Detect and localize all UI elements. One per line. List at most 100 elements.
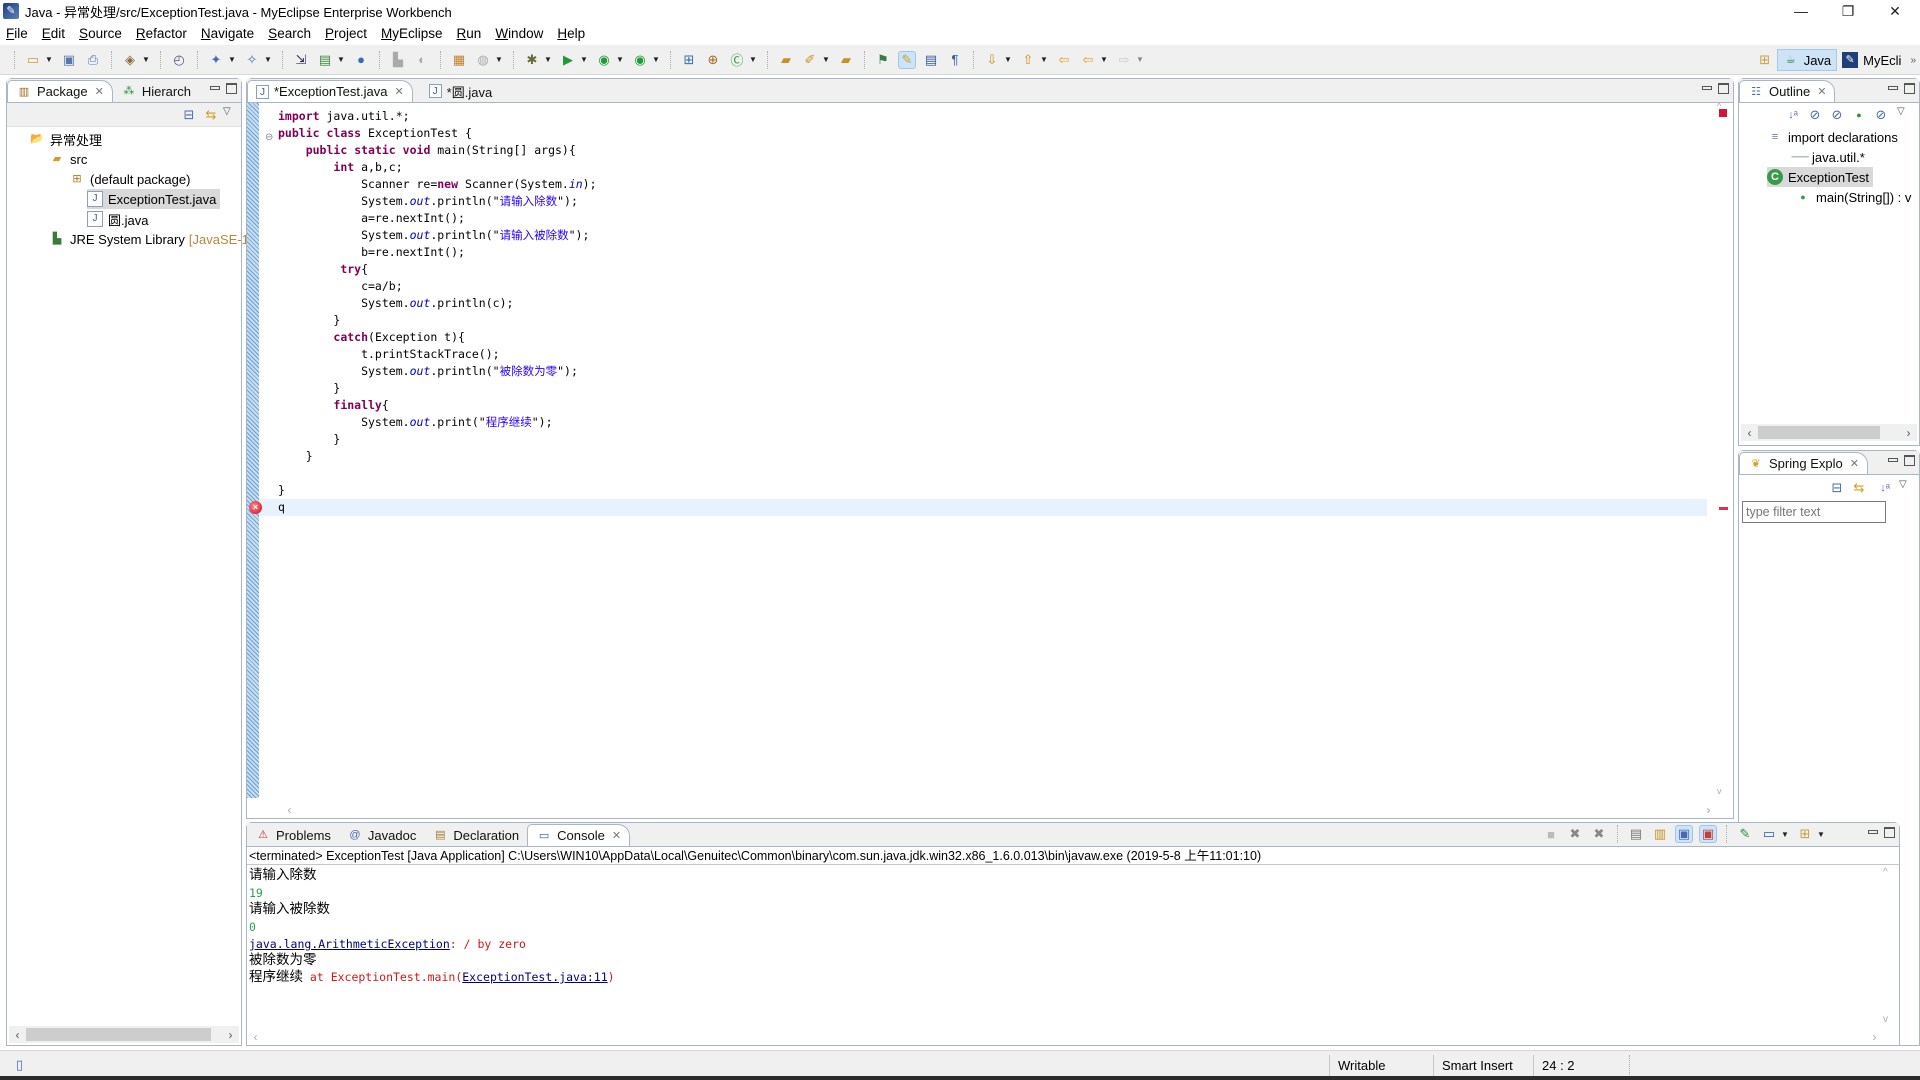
tab-spring-explorer[interactable]: ❦ Spring Explo ✕ — [1739, 452, 1868, 474]
browser-icon[interactable]: ● — [352, 51, 370, 69]
menu-help[interactable]: Help — [557, 26, 585, 41]
menu-refactor[interactable]: Refactor — [136, 26, 187, 41]
prev-annotation-icon[interactable]: ⇧ — [1019, 51, 1037, 69]
scroll-thumb[interactable] — [26, 1028, 211, 1041]
view-menu-icon[interactable]: ▽ — [1897, 106, 1905, 117]
open-perspective-icon[interactable]: ⊞ — [1756, 51, 1774, 69]
scroll-down-icon[interactable]: v — [1883, 1014, 1888, 1025]
new-class-icon[interactable]: Ⓒ — [728, 51, 746, 69]
scroll-left-icon[interactable]: ‹ — [9, 1028, 26, 1042]
highlight-icon[interactable]: ✎ — [898, 50, 916, 69]
vertical-ruler[interactable] — [247, 103, 259, 798]
code-line[interactable]: } — [278, 380, 340, 397]
scroll-up-icon[interactable]: ^ — [1717, 101, 1721, 111]
remove-launch-icon[interactable]: ✖ — [1566, 825, 1584, 843]
minimize-icon[interactable] — [1888, 458, 1898, 462]
menu-file[interactable]: File — [6, 26, 28, 41]
close-icon[interactable]: ✕ — [1850, 457, 1859, 470]
db-icon[interactable]: ▦ — [450, 51, 468, 69]
maximize-icon[interactable] — [1904, 455, 1915, 466]
code-line[interactable]: q — [278, 499, 285, 516]
save-icon[interactable]: ▣ — [60, 51, 78, 69]
scroll-right-icon[interactable]: › — [1700, 803, 1717, 817]
horizontal-scrollbar[interactable]: ‹ › — [9, 1026, 239, 1043]
code-line[interactable]: } — [278, 312, 340, 329]
tab-exceptiontest[interactable]: J *ExceptionTest.java ✕ — [247, 80, 413, 102]
menu-search[interactable]: Search — [268, 26, 311, 41]
pen-dropdown-icon[interactable]: ▼ — [822, 55, 830, 64]
maximize-icon[interactable] — [1904, 83, 1915, 94]
filter-input[interactable] — [1742, 501, 1886, 523]
hide-static-icon[interactable]: ⊘ — [1828, 106, 1846, 124]
code-line[interactable]: finally{ — [278, 397, 388, 414]
open-resource-icon[interactable]: ▰ — [837, 51, 855, 69]
code-editor[interactable]: ⊖ × ^ v ‹ › import java.util.*; public cl… — [247, 101, 1733, 818]
code-line[interactable]: System.out.println(c); — [278, 295, 513, 312]
outline-item-imports[interactable]: ≡ import declarations — [1767, 127, 1898, 147]
maximize-icon[interactable] — [1718, 83, 1729, 94]
server-dropdown-icon[interactable]: ▼ — [337, 55, 345, 64]
tree-item-jre[interactable]: ▙ JRE System Library [JavaSE-1 — [49, 229, 249, 249]
jsp-icon[interactable]: ◴ — [170, 51, 188, 69]
profile-dropdown-icon[interactable]: ▼ — [616, 55, 624, 64]
print-icon[interactable]: ⎙ — [84, 51, 102, 69]
editor-horizontal-scrollbar[interactable]: ‹ › — [259, 801, 1717, 818]
error-icon[interactable]: × — [249, 501, 262, 514]
outline-horizontal-scrollbar[interactable]: ‹ › — [1741, 424, 1917, 441]
view-menu-icon[interactable]: ▽ — [1899, 479, 1907, 490]
forward-dropdown-icon[interactable]: ▼ — [1136, 55, 1144, 64]
more-perspectives-icon[interactable]: » — [1910, 55, 1916, 66]
menu-edit[interactable]: Edit — [42, 26, 65, 41]
minimize-button[interactable]: — — [1778, 0, 1824, 22]
code-line[interactable]: System.out.println("请输入被除数"); — [278, 227, 589, 244]
hide-nonpublic-icon[interactable]: ● — [1850, 106, 1868, 124]
minimize-icon[interactable] — [1888, 86, 1898, 90]
menu-run[interactable]: Run — [457, 26, 482, 41]
menu-source[interactable]: Source — [79, 26, 122, 41]
pen-icon[interactable]: ✐ — [801, 51, 819, 69]
scroll-left-icon[interactable]: ‹ — [247, 1030, 264, 1044]
perspective-myeclipse[interactable]: ✎ MyEcli — [1837, 50, 1906, 70]
show-whitespace-icon[interactable]: ¶ — [946, 51, 964, 69]
enterprise-dropdown-icon[interactable]: ▼ — [264, 55, 272, 64]
stack-trace-link[interactable]: ExceptionTest.java:11 — [462, 970, 607, 984]
tab-yuan[interactable]: J *圆.java — [421, 80, 501, 102]
report-icon[interactable]: ◐ — [413, 51, 431, 69]
next-annotation-dropdown-icon[interactable]: ▼ — [1004, 55, 1012, 64]
hide-fields-icon[interactable]: ⊘ — [1806, 106, 1824, 124]
close-icon[interactable]: ✕ — [394, 85, 403, 98]
sort-icon[interactable]: ↓ᵃ — [1784, 106, 1802, 124]
external-tools-icon[interactable]: ◉ — [631, 51, 649, 69]
show-on-stdout-icon[interactable]: ▣ — [1675, 825, 1693, 843]
back-dropdown-icon[interactable]: ▼ — [1100, 55, 1108, 64]
scroll-right-icon[interactable]: › — [222, 1028, 239, 1042]
code-line[interactable]: import java.util.*; — [278, 108, 410, 125]
close-icon[interactable]: ✕ — [612, 829, 621, 842]
code-line[interactable]: c=a/b; — [278, 278, 403, 295]
deploy-icon[interactable]: ⇲ — [292, 51, 310, 69]
ejb-dropdown-icon[interactable]: ▼ — [228, 55, 236, 64]
run-icon[interactable]: ▶ — [559, 51, 577, 69]
code-line[interactable]: public static void main(String[] args){ — [278, 142, 576, 159]
web-project-dropdown-icon[interactable]: ▼ — [142, 55, 150, 64]
open-type-icon[interactable]: ▙ — [389, 51, 407, 69]
tab-hierarchy[interactable]: ⁂ Hierarch — [113, 80, 199, 102]
outline-item-import[interactable]: ⸺ java.util.* — [1791, 147, 1865, 167]
new-ejb-icon[interactable]: ✦ — [207, 51, 225, 69]
code-line[interactable]: b=re.nextInt(); — [278, 244, 465, 261]
prev-annotation-dropdown-icon[interactable]: ▼ — [1040, 55, 1048, 64]
link-with-editor-icon[interactable]: ⇆ — [202, 106, 220, 124]
status-insert-mode[interactable]: Smart Insert — [1433, 1055, 1533, 1077]
minimize-icon[interactable] — [1868, 830, 1878, 834]
outline-item-class[interactable]: C ExceptionTest — [1767, 167, 1873, 187]
show-on-stderr-icon[interactable]: ▣ — [1699, 825, 1717, 843]
scroll-down-icon[interactable]: v — [1717, 786, 1722, 796]
code-line[interactable]: } — [278, 482, 285, 499]
pin-console-icon[interactable]: ✎ — [1736, 825, 1754, 843]
menu-project[interactable]: Project — [325, 26, 367, 41]
close-icon[interactable]: ✕ — [95, 85, 104, 98]
maximize-icon[interactable] — [1884, 827, 1895, 838]
new-java-project-icon[interactable]: ⊞ — [680, 51, 698, 69]
collapse-all-icon[interactable]: ⊟ — [180, 106, 198, 124]
tab-outline[interactable]: ☷ Outline ✕ — [1739, 80, 1836, 102]
